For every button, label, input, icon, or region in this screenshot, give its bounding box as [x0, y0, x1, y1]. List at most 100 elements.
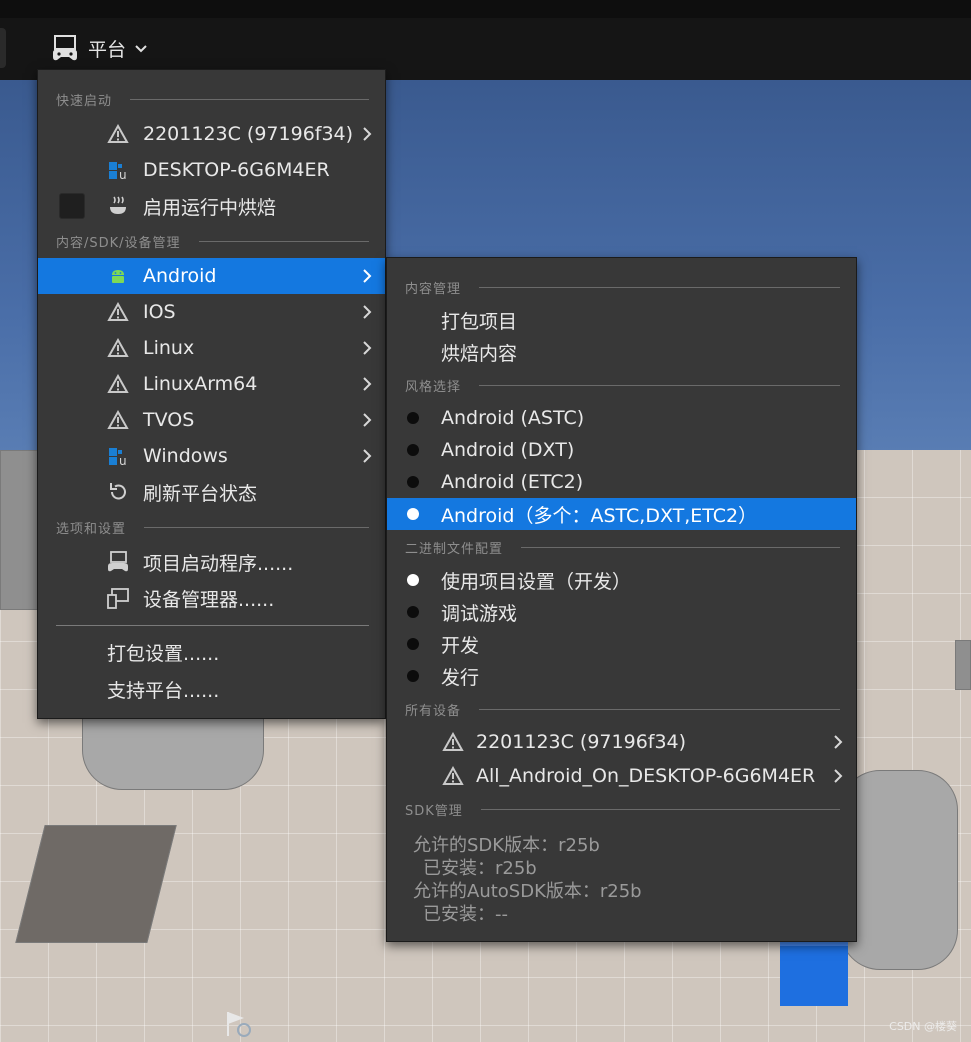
svg-text:u: u — [119, 454, 127, 467]
warning-icon — [106, 408, 130, 432]
item-label: 2201123C (97196f34) — [143, 123, 354, 145]
warning-icon — [441, 730, 465, 754]
cook-on-the-fly-checkbox[interactable] — [59, 193, 85, 219]
device-manager-item[interactable]: 设备管理器...... — [38, 580, 385, 616]
radio-button[interactable] — [407, 670, 419, 682]
section-header-flavor: 风格选择 — [387, 376, 840, 395]
package-project-item[interactable]: 打包项目 — [387, 304, 856, 336]
section-header-all-devices: 所有设备 — [387, 700, 840, 719]
item-label: All_Android_On_DESKTOP-6G6M4ER — [476, 765, 816, 787]
radio-button-selected[interactable] — [407, 574, 419, 586]
radio-button[interactable] — [407, 412, 419, 424]
installed-autosdk-version: 已安装：-- — [423, 904, 508, 925]
warning-icon — [106, 336, 130, 360]
item-label: 设备管理器...... — [143, 588, 275, 611]
supported-platforms-item[interactable]: 支持平台...... — [38, 671, 385, 707]
warning-icon — [106, 372, 130, 396]
binary-development-item[interactable]: 开发 — [387, 628, 856, 660]
radio-button-selected[interactable] — [407, 508, 419, 520]
flavor-multi-item[interactable]: Android（多个：ASTC,DXT,ETC2） — [387, 498, 856, 530]
chevron-right-icon — [360, 375, 374, 393]
player-start-icon[interactable] — [222, 1008, 256, 1038]
item-label: Android (ETC2) — [441, 471, 584, 493]
item-label: 发行 — [441, 666, 480, 689]
radio-button[interactable] — [407, 444, 419, 456]
warning-icon — [106, 122, 130, 146]
section-title: 快速启动 — [56, 94, 113, 109]
binary-project-settings-item[interactable]: 使用项目设置（开发） — [387, 564, 856, 596]
item-label: 打包项目 — [441, 310, 518, 333]
section-header-content-sdk: 内容/SDK/设备管理 — [38, 232, 369, 251]
item-label: 调试游戏 — [441, 602, 518, 625]
platform-item-ios[interactable]: IOS — [38, 294, 385, 330]
platform-item-linuxarm64[interactable]: LinuxArm64 — [38, 366, 385, 402]
flavor-astc-item[interactable]: Android (ASTC) — [387, 402, 856, 434]
chevron-right-icon — [831, 733, 845, 751]
radio-button[interactable] — [407, 606, 419, 618]
gamepad-monitor-icon — [50, 33, 80, 63]
item-label: TVOS — [143, 409, 195, 431]
device-all-android-item[interactable]: All_Android_On_DESKTOP-6G6M4ER — [387, 759, 856, 793]
section-title: 内容管理 — [405, 282, 462, 297]
blue-cube — [780, 940, 848, 1006]
warning-icon — [441, 764, 465, 788]
wall-block — [0, 450, 40, 610]
packaging-settings-item[interactable]: 打包设置...... — [38, 634, 385, 670]
item-label: 使用项目设置（开发） — [441, 570, 632, 593]
refresh-platform-status-item[interactable]: 刷新平台状态 — [38, 474, 385, 510]
section-title: SDK管理 — [405, 804, 463, 819]
platforms-menu: 快速启动 2201123C (97196f34) u DESKTOP-6G6M4… — [37, 69, 386, 719]
watermark: CSDN @楼葵 — [889, 1020, 957, 1033]
windows-unreal-icon: u — [106, 444, 130, 468]
chevron-right-icon — [360, 303, 374, 321]
svg-text:u: u — [119, 168, 127, 181]
project-launcher-item[interactable]: 项目启动程序...... — [38, 544, 385, 580]
enable-cook-on-the-fly-item[interactable]: 启用运行中烘焙 — [38, 188, 385, 224]
section-header-binary-config: 二进制文件配置 — [387, 538, 840, 557]
refresh-icon — [106, 480, 130, 504]
device-manager-icon — [106, 586, 130, 610]
item-label: Windows — [143, 445, 228, 467]
flavor-etc2-item[interactable]: Android (ETC2) — [387, 466, 856, 498]
platform-item-tvos[interactable]: TVOS — [38, 402, 385, 438]
platform-item-linux[interactable]: Linux — [38, 330, 385, 366]
quick-launch-desktop-item[interactable]: u DESKTOP-6G6M4ER — [38, 152, 385, 188]
chevron-right-icon — [360, 411, 374, 429]
item-label: Android — [143, 265, 217, 287]
warning-icon — [106, 300, 130, 324]
chevron-right-icon — [831, 767, 845, 785]
item-label: 支持平台...... — [107, 679, 220, 702]
item-label: 开发 — [441, 634, 480, 657]
section-title: 所有设备 — [405, 704, 462, 719]
section-header-sdk: SDK管理 — [387, 800, 840, 819]
platforms-button[interactable]: 平台 — [40, 26, 158, 70]
item-label: LinuxArm64 — [143, 373, 258, 395]
item-label: Android (DXT) — [441, 439, 575, 461]
section-header-content-management: 内容管理 — [387, 278, 840, 297]
quick-launch-device-item[interactable]: 2201123C (97196f34) — [38, 116, 385, 152]
binary-debug-game-item[interactable]: 调试游戏 — [387, 596, 856, 628]
platform-item-android[interactable]: Android — [38, 258, 385, 294]
section-title: 二进制文件配置 — [405, 542, 504, 557]
platforms-label: 平台 — [88, 38, 127, 61]
item-label: 打包设置...... — [107, 642, 220, 665]
round-block — [840, 770, 958, 970]
binary-shipping-item[interactable]: 发行 — [387, 660, 856, 692]
item-label: 刷新平台状态 — [143, 482, 258, 505]
platform-item-windows[interactable]: u Windows — [38, 438, 385, 474]
section-header-quick-launch: 快速启动 — [38, 90, 369, 109]
device-2201123c-item[interactable]: 2201123C (97196f34) — [387, 725, 856, 759]
steam-cook-icon — [106, 194, 130, 218]
radio-button[interactable] — [407, 476, 419, 488]
cook-content-item[interactable]: 烘焙内容 — [387, 336, 856, 368]
chevron-right-icon — [360, 447, 374, 465]
flavor-dxt-item[interactable]: Android (DXT) — [387, 434, 856, 466]
radio-button[interactable] — [407, 638, 419, 650]
item-label: DESKTOP-6G6M4ER — [143, 159, 330, 181]
toolbar: 平台 — [0, 0, 971, 80]
chevron-right-icon — [360, 339, 374, 357]
section-title: 选项和设置 — [56, 522, 127, 537]
toolbar-handle[interactable] — [0, 28, 6, 68]
menu-separator — [56, 625, 369, 626]
chevron-down-icon — [134, 37, 148, 59]
